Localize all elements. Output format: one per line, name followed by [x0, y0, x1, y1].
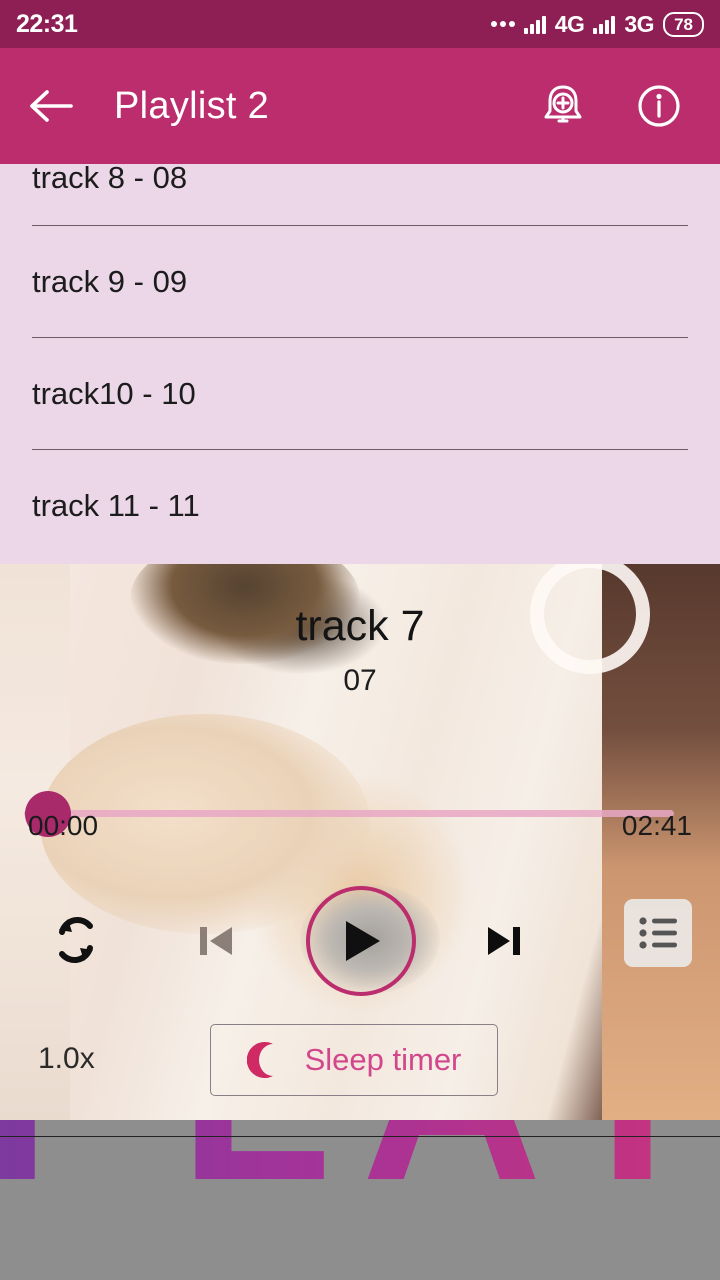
divider-line	[0, 1136, 720, 1137]
now-playing-subtitle: 07	[343, 664, 377, 697]
page-title: Playlist 2	[114, 84, 270, 127]
crescent-moon-icon	[246, 1042, 273, 1078]
signal-bars-icon	[523, 14, 546, 34]
now-playing-title: track 7	[295, 602, 425, 650]
play-icon	[346, 921, 380, 961]
status-bar: 22:31 4G 3G 78	[0, 0, 720, 48]
add-alarm-button[interactable]	[538, 81, 588, 131]
signal-bars-icon-secondary	[593, 14, 616, 34]
duration-label: 02:41	[621, 810, 692, 841]
current-time-label: 00:00	[28, 810, 99, 841]
skip-next-icon	[488, 927, 520, 955]
track-title: track10 - 10	[32, 376, 196, 411]
network-secondary-label: 3G	[624, 10, 655, 37]
app-bar-actions	[538, 81, 684, 131]
sleep-timer-label: Sleep timer	[304, 1042, 462, 1077]
info-circle-icon	[638, 85, 680, 127]
list-item[interactable]: track 11 - 11	[0, 450, 720, 562]
track-list[interactable]: track 8 - 08 track 9 - 09 track10 - 10 t…	[0, 164, 720, 564]
network-primary-label: 4G	[554, 10, 585, 37]
track-title: track 11 - 11	[32, 488, 200, 523]
list-item[interactable]: track 9 - 09	[0, 226, 720, 338]
playback-controls	[0, 886, 720, 996]
status-time: 22:31	[16, 9, 78, 38]
player-panel: track 7 07 00:00 02:41 1.0x Sleep timer	[0, 564, 720, 1120]
queue-list-icon	[639, 917, 677, 949]
repeat-button[interactable]	[42, 906, 110, 974]
player-bottom-row: 1.0x Sleep timer	[0, 1014, 720, 1110]
next-track-button[interactable]	[472, 908, 538, 974]
status-indicators: 4G 3G 78	[490, 10, 704, 38]
track-title: track 9 - 09	[32, 264, 188, 299]
play-button[interactable]	[306, 886, 416, 996]
seek-bar[interactable]	[0, 782, 720, 837]
background-wordmark: PLAYLIST	[0, 1118, 720, 1280]
back-arrow-icon	[30, 90, 73, 122]
seek-track[interactable]	[24, 810, 674, 817]
back-button[interactable]	[24, 80, 76, 132]
repeat-icon	[59, 917, 93, 963]
info-button[interactable]	[634, 81, 684, 131]
battery-badge: 78	[663, 11, 704, 37]
sleep-timer-button[interactable]: Sleep timer	[210, 1024, 498, 1096]
previous-track-button[interactable]	[182, 908, 248, 974]
list-item[interactable]: track 8 - 08	[0, 164, 720, 226]
playback-speed-button[interactable]: 1.0x	[38, 1042, 95, 1076]
track-title: track 8 - 08	[32, 164, 188, 195]
wordmark-text: PLAYLIST	[0, 1118, 720, 1218]
bell-plus-icon	[544, 85, 582, 123]
app-bar: Playlist 2	[0, 48, 720, 164]
more-dots-icon	[490, 21, 515, 27]
queue-button[interactable]	[624, 899, 692, 967]
list-item[interactable]: track10 - 10	[0, 338, 720, 450]
skip-previous-icon	[200, 927, 232, 955]
